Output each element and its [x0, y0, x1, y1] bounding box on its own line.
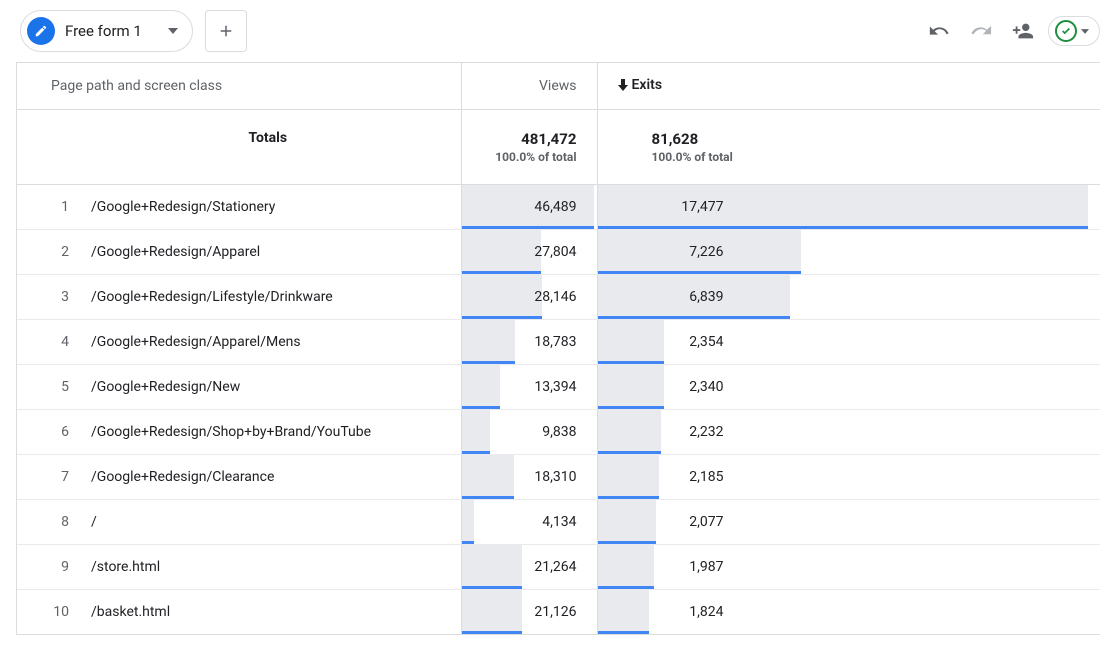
views-cell: 18,310: [461, 455, 597, 500]
views-cell: 4,134: [461, 500, 597, 545]
exits-cell: 2,077: [597, 500, 1100, 545]
table-row[interactable]: 4/Google+Redesign/Apparel/Mens 18,7832,35…: [17, 320, 1100, 365]
exits-cell: 2,232: [597, 410, 1100, 455]
plus-icon: [217, 22, 235, 40]
tab-label: Free form 1: [65, 22, 142, 40]
views-cell: 21,264: [461, 545, 597, 590]
table-row[interactable]: 6/Google+Redesign/Shop+by+Brand/YouTube 9…: [17, 410, 1100, 455]
exits-cell: 2,185: [597, 455, 1100, 500]
views-cell: 9,838: [461, 410, 597, 455]
dimension-header[interactable]: Page path and screen class: [17, 63, 461, 110]
pencil-icon: [27, 17, 55, 45]
report-table: Page path and screen class Views Exits T…: [16, 62, 1100, 635]
views-cell: 18,783: [461, 320, 597, 365]
exits-cell: 17,477: [597, 185, 1100, 230]
row-number: 7: [51, 469, 69, 485]
totals-label: Totals: [17, 110, 461, 185]
views-cell: 21,126: [461, 590, 597, 635]
person-add-icon: [1012, 20, 1034, 42]
views-cell: 13,394: [461, 365, 597, 410]
page-path: /store.html: [91, 559, 160, 575]
row-number: 10: [51, 604, 69, 620]
page-path: /Google+Redesign/New: [91, 379, 240, 395]
exits-cell: 1,824: [597, 590, 1100, 635]
redo-icon: [970, 20, 992, 42]
caret-down-icon: [1081, 29, 1089, 34]
caret-down-icon: [152, 28, 178, 34]
row-number: 5: [51, 379, 69, 395]
exits-cell: 2,354: [597, 320, 1100, 365]
row-number: 2: [51, 244, 69, 260]
share-button[interactable]: [1006, 14, 1040, 48]
table-row[interactable]: 2/Google+Redesign/Apparel 27,8047,226: [17, 230, 1100, 275]
views-cell: 28,146: [461, 275, 597, 320]
row-number: 9: [51, 559, 69, 575]
status-dropdown[interactable]: [1048, 16, 1100, 46]
exits-cell: 1,987: [597, 545, 1100, 590]
totals-exits: 81,628 100.0% of total: [597, 110, 1100, 185]
page-path: /Google+Redesign/Stationery: [91, 199, 275, 215]
table-row[interactable]: 8 / 4,1342,077: [17, 500, 1100, 545]
page-path: /: [91, 514, 97, 530]
totals-views: 481,472 100.0% of total: [461, 110, 597, 185]
row-number: 6: [51, 424, 69, 440]
toolbar: Free form 1: [0, 0, 1116, 62]
table-row[interactable]: 5/Google+Redesign/New 13,3942,340: [17, 365, 1100, 410]
page-path: /Google+Redesign/Apparel: [91, 244, 260, 260]
redo-button[interactable]: [964, 14, 998, 48]
metric-exits-header[interactable]: Exits: [597, 63, 1100, 110]
row-number: 4: [51, 334, 69, 350]
page-path: /Google+Redesign/Shop+by+Brand/YouTube: [91, 424, 371, 440]
undo-icon: [928, 20, 950, 42]
checkmark-icon: [1055, 20, 1077, 42]
table-row[interactable]: 9/store.html 21,2641,987: [17, 545, 1100, 590]
table-row[interactable]: 7/Google+Redesign/Clearance 18,3102,185: [17, 455, 1100, 500]
row-number: 8: [51, 514, 69, 530]
views-cell: 46,489: [461, 185, 597, 230]
page-path: /basket.html: [91, 604, 170, 620]
exits-cell: 6,839: [597, 275, 1100, 320]
metric-views-header[interactable]: Views: [461, 63, 597, 110]
table-row[interactable]: 1/Google+Redesign/Stationery 46,48917,477: [17, 185, 1100, 230]
exits-cell: 7,226: [597, 230, 1100, 275]
table-row[interactable]: 10/basket.html 21,1261,824: [17, 590, 1100, 635]
add-tab-button[interactable]: [205, 10, 247, 52]
undo-button[interactable]: [922, 14, 956, 48]
row-number: 1: [51, 199, 69, 215]
page-path: /Google+Redesign/Lifestyle/Drinkware: [91, 289, 333, 305]
sort-down-icon: [618, 79, 628, 91]
page-path: /Google+Redesign/Apparel/Mens: [91, 334, 301, 350]
page-path: /Google+Redesign/Clearance: [91, 469, 274, 485]
report-tab[interactable]: Free form 1: [20, 10, 193, 52]
exits-cell: 2,340: [597, 365, 1100, 410]
table-row[interactable]: 3/Google+Redesign/Lifestyle/Drinkware 28,…: [17, 275, 1100, 320]
views-cell: 27,804: [461, 230, 597, 275]
row-number: 3: [51, 289, 69, 305]
